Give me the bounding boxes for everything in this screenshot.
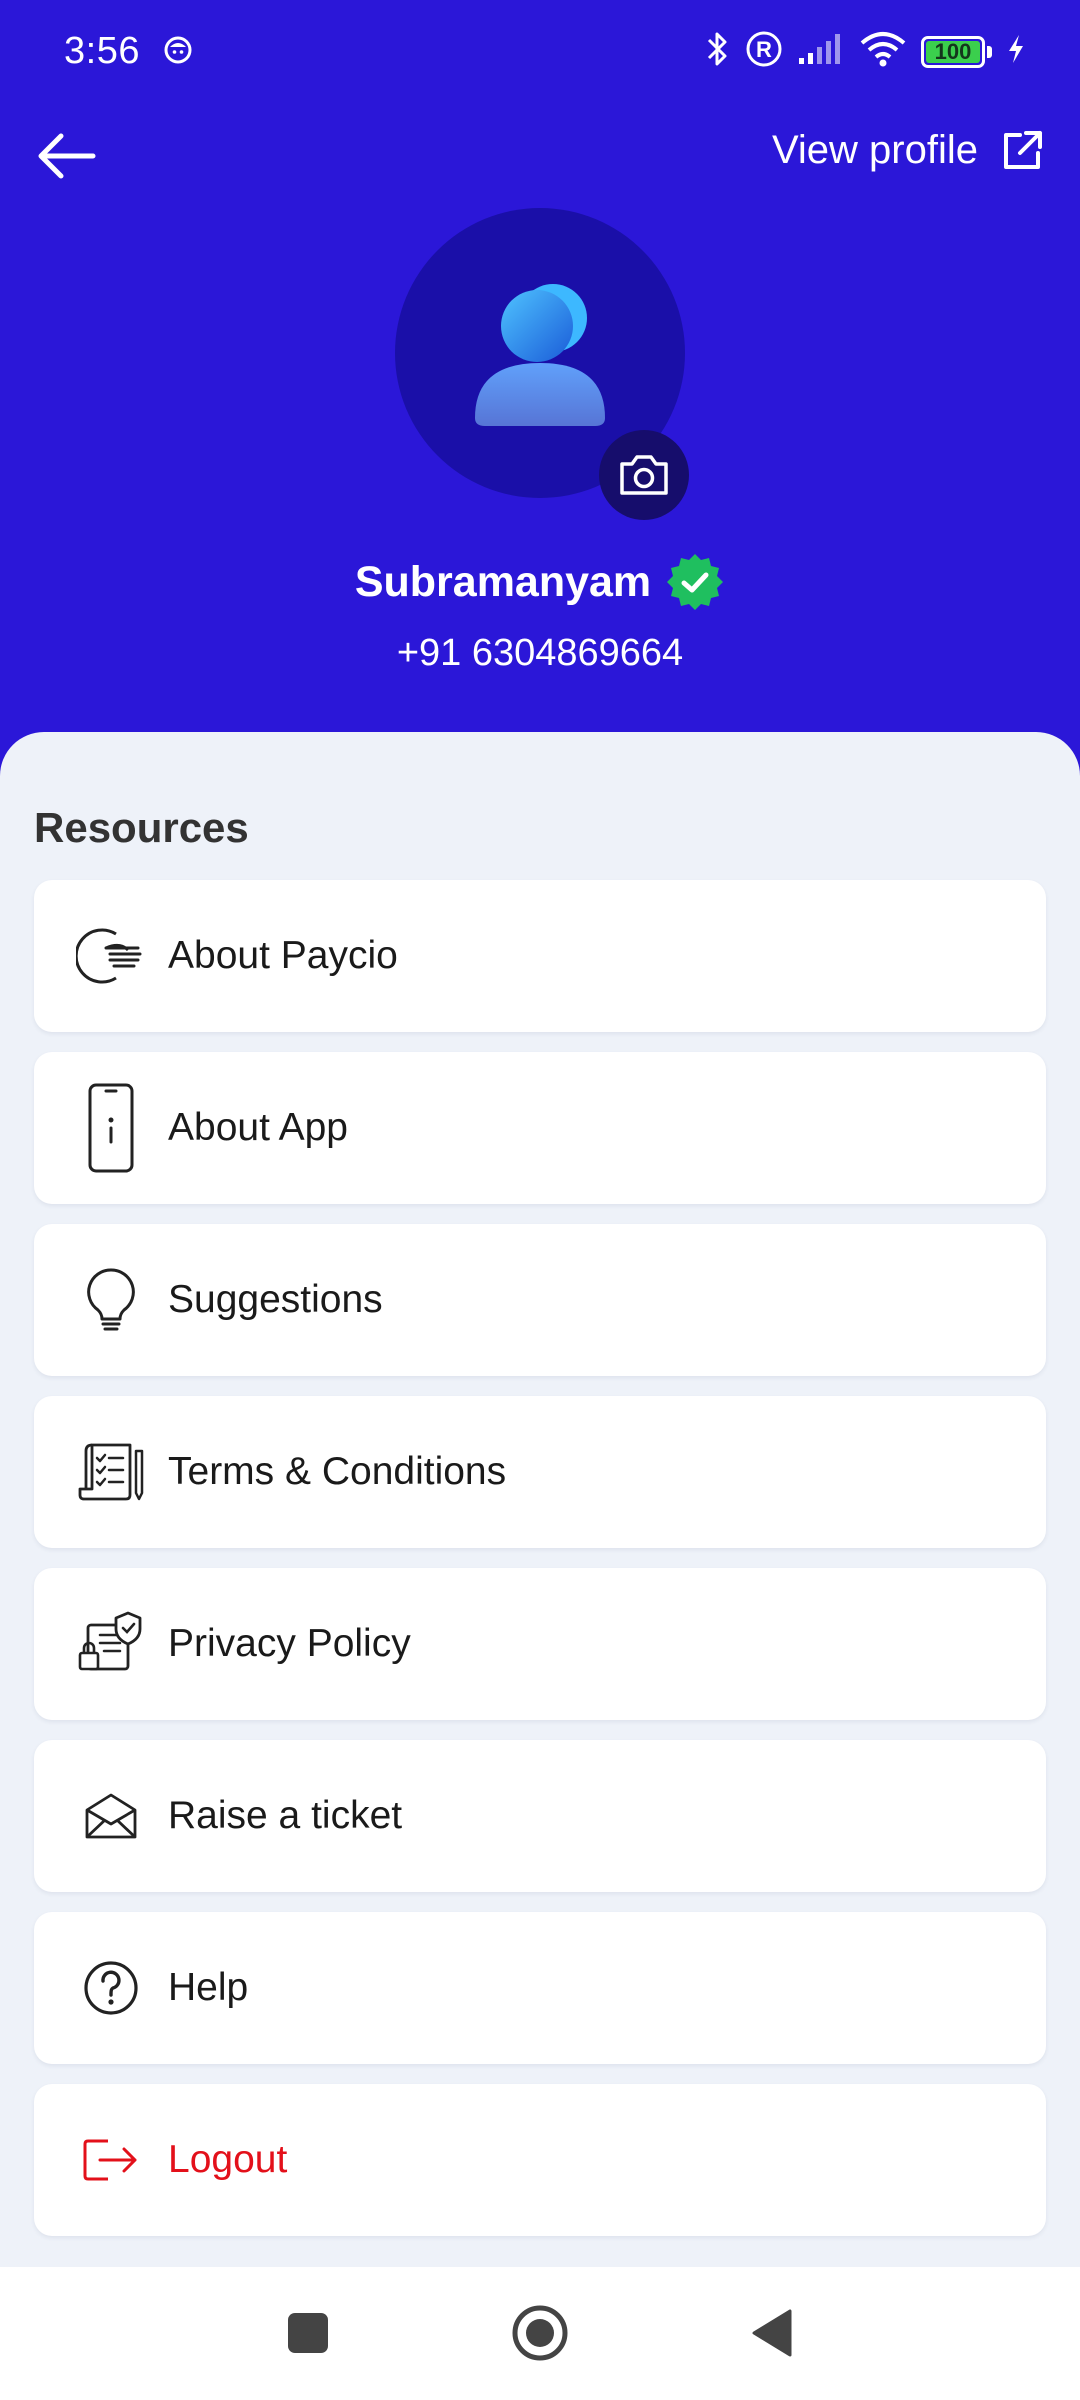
home-button[interactable] bbox=[504, 2297, 576, 2369]
logout-icon bbox=[76, 2125, 146, 2195]
menu-item-privacy[interactable]: Privacy Policy bbox=[34, 1568, 1046, 1720]
external-link-icon bbox=[1004, 130, 1042, 169]
system-nav-bar bbox=[0, 2267, 1080, 2400]
user-name-row: Subramanyam bbox=[0, 552, 1080, 612]
charging-icon bbox=[1006, 33, 1026, 70]
menu-item-about-app[interactable]: About App bbox=[34, 1052, 1046, 1204]
section-title: Resources bbox=[34, 804, 249, 851]
menu-label: Logout bbox=[168, 2138, 288, 2181]
checklist-document-icon bbox=[76, 1437, 146, 1507]
menu-label: Terms & Conditions bbox=[168, 1450, 507, 1493]
status-bar: 3:56 R 100 bbox=[0, 0, 1080, 110]
status-icons: R 100 bbox=[705, 30, 1026, 73]
envelope-icon bbox=[76, 1781, 146, 1851]
menu-item-logout[interactable]: Logout bbox=[34, 2084, 1046, 2236]
battery-icon: 100 bbox=[921, 35, 985, 68]
back-button[interactable] bbox=[30, 120, 102, 192]
signal-icon bbox=[797, 32, 845, 71]
view-profile-label: View profile bbox=[771, 128, 978, 172]
wifi-icon bbox=[859, 31, 907, 72]
change-photo-button[interactable] bbox=[599, 430, 689, 520]
battery-cap bbox=[987, 45, 992, 58]
arrow-left-icon bbox=[38, 133, 96, 179]
phone-info-icon bbox=[76, 1083, 146, 1173]
battery-level: 100 bbox=[934, 38, 972, 64]
square-icon bbox=[288, 2313, 328, 2353]
user-phone: +91 6304869664 bbox=[396, 632, 684, 674]
verified-badge-icon bbox=[667, 554, 724, 610]
menu-item-terms[interactable]: Terms & Conditions bbox=[34, 1396, 1046, 1548]
recents-button[interactable] bbox=[272, 2297, 344, 2369]
menu-label: About Paycio bbox=[168, 934, 398, 977]
menu-item-about-paycio[interactable]: About Paycio bbox=[34, 880, 1046, 1032]
camera-icon bbox=[620, 455, 668, 495]
resources-menu: About Paycio About App Suggestions Terms… bbox=[34, 880, 1046, 2256]
view-profile-link[interactable]: View profile bbox=[772, 128, 1044, 173]
question-circle-icon bbox=[76, 1953, 146, 2023]
paycio-logo-icon bbox=[76, 921, 146, 991]
privacy-shield-icon bbox=[76, 1609, 146, 1679]
menu-item-suggestions[interactable]: Suggestions bbox=[34, 1224, 1046, 1376]
menu-label: Raise a ticket bbox=[168, 1794, 403, 1837]
bluetooth-icon bbox=[705, 30, 731, 73]
menu-item-raise-ticket[interactable]: Raise a ticket bbox=[34, 1740, 1046, 1892]
menu-label: Help bbox=[168, 1966, 249, 2009]
user-avatar-icon bbox=[475, 284, 605, 426]
lightbulb-icon bbox=[76, 1265, 146, 1335]
user-name: Subramanyam bbox=[354, 557, 652, 606]
menu-label: Suggestions bbox=[168, 1278, 383, 1321]
home-circle-icon bbox=[512, 2305, 568, 2361]
system-back-button[interactable] bbox=[736, 2297, 808, 2369]
menu-label: About App bbox=[168, 1106, 348, 1149]
notification-face-icon bbox=[162, 34, 194, 71]
avatar-container bbox=[395, 208, 689, 520]
profile-header: 3:56 R 100 View profile Subramanyam +91 … bbox=[0, 0, 1080, 790]
menu-label: Privacy Policy bbox=[168, 1622, 411, 1665]
svg-text:R: R bbox=[756, 37, 772, 62]
resources-panel: Resources About Paycio About App Suggest… bbox=[0, 732, 1080, 2267]
back-triangle-icon bbox=[752, 2309, 792, 2357]
status-time: 3:56 bbox=[64, 30, 140, 72]
menu-item-help[interactable]: Help bbox=[34, 1912, 1046, 2064]
registered-icon: R bbox=[745, 30, 783, 73]
